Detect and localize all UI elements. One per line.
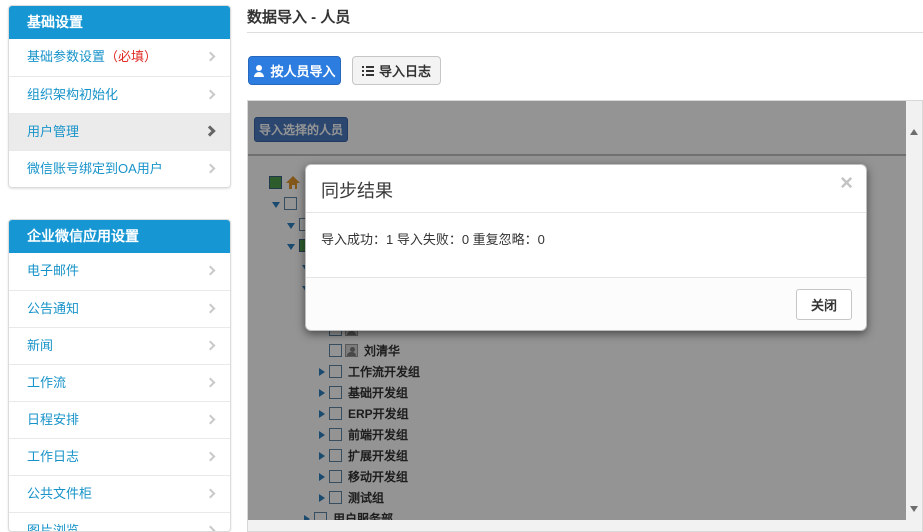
import-log-button[interactable]: 导入日志	[352, 56, 441, 85]
sidebar-items: 基础参数设置（必填） 组织架构初始化用户管理微信账号绑定到OA用户	[9, 39, 230, 187]
sidebar-item[interactable]: 公共文件柜	[9, 475, 230, 512]
chevron-right-icon	[206, 526, 216, 532]
sidebar-item[interactable]: 图片浏览	[9, 512, 230, 532]
sidebar-item-label: 工作日志	[27, 449, 79, 464]
sidebar-item[interactable]: 日程安排	[9, 401, 230, 438]
sidebar-item-label: 新闻	[27, 338, 53, 353]
sidebar-section-basic-settings: 基础设置 基础参数设置（必填） 组织架构初始化用户管理微信账号绑定到OA用户	[8, 5, 231, 188]
required-badge: （必填）	[105, 49, 157, 64]
sidebar-item-label: 图片浏览	[27, 523, 79, 532]
sidebar-item[interactable]: 微信账号绑定到OA用户	[9, 150, 230, 187]
sidebar-section-title: 基础设置	[9, 6, 230, 39]
sidebar-item-label: 基础参数设置	[27, 49, 105, 64]
chevron-right-icon	[206, 415, 216, 425]
sidebar-section-wechat-app-settings: 企业微信应用设置 电子邮件公告通知新闻工作流日程安排工作日志公共文件柜图片浏览	[8, 219, 231, 532]
sync-result-modal: 同步结果 × 导入成功：1 导入失败：0 重复忽略：0 关闭	[305, 164, 867, 331]
scrollbar-down-icon[interactable]	[910, 506, 918, 512]
sidebar-item[interactable]: 用户管理	[9, 113, 230, 150]
sidebar-item[interactable]: 电子邮件	[9, 253, 230, 290]
modal-header: 同步结果 ×	[306, 165, 866, 213]
person-icon	[253, 65, 265, 77]
import-log-label: 导入日志	[379, 61, 431, 80]
close-icon[interactable]: ×	[840, 172, 853, 194]
sidebar-item[interactable]: 组织架构初始化	[9, 76, 230, 113]
sidebar-item-label: 公共文件柜	[27, 486, 92, 501]
modal-title: 同步结果	[321, 181, 393, 201]
chevron-right-icon	[206, 164, 216, 174]
chevron-right-icon	[206, 52, 216, 62]
scrollbar-up-icon[interactable]	[910, 129, 918, 135]
sidebar-item-label: 电子邮件	[27, 263, 79, 278]
sidebar-item[interactable]: 新闻	[9, 327, 230, 364]
sidebar-item-label: 日程安排	[27, 412, 79, 427]
sidebar-section-title: 企业微信应用设置	[9, 220, 230, 253]
import-by-person-label: 按人员导入	[270, 61, 335, 80]
vertical-scrollbar[interactable]	[906, 101, 922, 520]
sidebar-item-label: 微信账号绑定到OA用户	[27, 161, 163, 176]
chevron-right-icon	[204, 125, 215, 136]
chevron-right-icon	[206, 452, 216, 462]
modal-body-text: 导入成功：1 导入失败：0 重复忽略：0	[306, 213, 866, 277]
sidebar-item[interactable]: 工作流	[9, 364, 230, 401]
sidebar-item-label: 组织架构初始化	[27, 87, 118, 102]
sidebar-item[interactable]: 基础参数设置（必填）	[9, 39, 230, 76]
sidebar-item-label: 用户管理	[27, 124, 79, 139]
sidebar-item-label: 工作流	[27, 375, 66, 390]
chevron-right-icon	[206, 378, 216, 388]
chevron-right-icon	[206, 489, 216, 499]
sidebar-items: 电子邮件公告通知新闻工作流日程安排工作日志公共文件柜图片浏览	[9, 253, 230, 532]
list-icon	[362, 65, 374, 77]
sidebar-item[interactable]: 公告通知	[9, 290, 230, 327]
chevron-right-icon	[206, 341, 216, 351]
title-divider	[247, 32, 923, 33]
sidebar-item-label: 公告通知	[27, 301, 79, 316]
chevron-right-icon	[206, 304, 216, 314]
modal-close-button[interactable]: 关闭	[796, 289, 852, 320]
import-by-person-button[interactable]: 按人员导入	[248, 56, 341, 85]
chevron-right-icon	[206, 266, 216, 276]
modal-footer: 关闭	[306, 277, 866, 330]
page-title: 数据导入 - 人员	[247, 6, 350, 27]
sidebar-item[interactable]: 工作日志	[9, 438, 230, 475]
chevron-right-icon	[206, 90, 216, 100]
